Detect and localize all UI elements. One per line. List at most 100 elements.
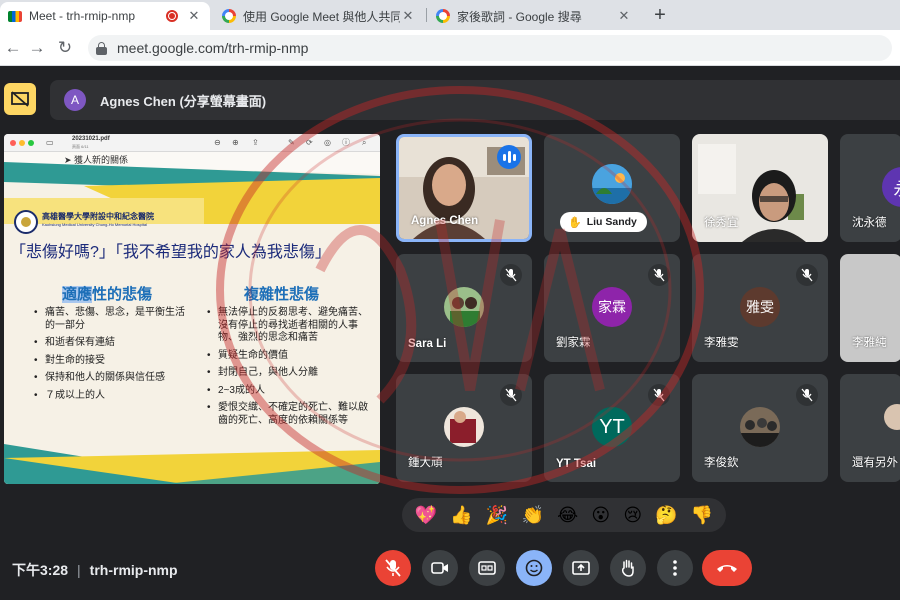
back-arrow-icon[interactable]: ← bbox=[2, 37, 24, 59]
participant-avatar-initial: 家霖 bbox=[592, 287, 632, 327]
participant-name: 李俊欽 bbox=[704, 457, 739, 469]
participant-tile-agnes-chen[interactable]: Agnes Chen bbox=[396, 134, 532, 242]
participant-tile-shen-yongde[interactable]: 永 沈永德 bbox=[840, 134, 900, 242]
hospital-name: 高雄醫學大學附設中和紀念醫院 bbox=[42, 212, 154, 221]
presenter-avatar: A bbox=[64, 89, 86, 111]
present-screen-icon bbox=[572, 561, 590, 575]
share-icon: ⇪ bbox=[252, 138, 259, 147]
reactions-bar: 💖 👍 🎉 👏 😂 😮 😢 🤔 👎 bbox=[402, 498, 726, 532]
end-call-icon bbox=[717, 565, 737, 572]
emoji-icon bbox=[525, 559, 543, 577]
forward-arrow-icon[interactable]: → bbox=[26, 37, 48, 59]
participant-tile-liu-sandy[interactable]: ✋ Liu Sandy bbox=[544, 134, 680, 242]
mic-off-icon bbox=[796, 384, 818, 406]
adaptive-grief-heading: 適應性的悲傷 bbox=[62, 283, 152, 304]
hand-raised-badge: ✋ Liu Sandy bbox=[560, 212, 647, 232]
participant-avatar-photo bbox=[444, 287, 484, 327]
adaptive-grief-list: 痛苦、悲傷、思念，是平衡生活的一部分 和逝者保有連結 對生命的接受 保持和他人的… bbox=[34, 307, 194, 407]
list-item: 2~3成的人 bbox=[207, 385, 372, 398]
participant-tile-liu-jialin[interactable]: 家霖 劉家霖 bbox=[544, 254, 680, 362]
camera-toggle-button[interactable] bbox=[422, 550, 458, 586]
participant-tile-sara-li[interactable]: Sara Li bbox=[396, 254, 532, 362]
reactions-button[interactable] bbox=[516, 550, 552, 586]
more-options-button[interactable] bbox=[657, 550, 693, 586]
tab-divider bbox=[426, 8, 427, 22]
participant-tile-yt-tsai[interactable]: YT YT Tsai bbox=[544, 374, 680, 482]
google-icon bbox=[436, 9, 450, 23]
slide-bottom-decoration bbox=[4, 444, 380, 484]
shared-screen[interactable]: ▭ 20231021.pdf 頁面 6/11 ⊖ ⊕ ⇪ ✎ ⟳ ◎ ⓘ ⌕ ➤… bbox=[4, 134, 380, 484]
rotate-icon: ⟳ bbox=[306, 138, 313, 147]
reaction-thumbs-down-icon[interactable]: 👎 bbox=[691, 505, 713, 525]
list-item: 保持和他人的關係與信任感 bbox=[34, 372, 194, 385]
slide-previous-line: ➤ 獲人新的關係 bbox=[64, 155, 129, 165]
mic-off-icon bbox=[500, 384, 522, 406]
speaking-indicator-icon bbox=[497, 145, 521, 169]
reaction-thumbs-up-icon[interactable]: 👍 bbox=[450, 505, 472, 525]
mic-toggle-button[interactable] bbox=[375, 550, 411, 586]
pdf-slide: ➤ 獲人新的關係 高雄醫學大學附設中和紀念醫院 Kaohsiung Medica… bbox=[4, 152, 380, 484]
participant-name: 李雅純 bbox=[852, 337, 887, 349]
captions-button[interactable] bbox=[469, 550, 505, 586]
participant-name: Agnes Chen bbox=[411, 215, 479, 227]
close-tab-icon[interactable]: ✕ bbox=[400, 8, 416, 24]
participant-avatar-photo bbox=[740, 407, 780, 447]
reaction-surprised-icon[interactable]: 😮 bbox=[591, 505, 610, 525]
participant-name: YT Tsai bbox=[556, 458, 597, 470]
mic-off-icon bbox=[648, 384, 670, 406]
participant-tile-xu-xiuyi[interactable]: 徐秀宜 bbox=[692, 134, 828, 242]
reaction-clap-icon[interactable]: 👏 bbox=[521, 505, 543, 525]
reaction-thinking-icon[interactable]: 🤔 bbox=[655, 505, 677, 525]
participant-avatar-photo bbox=[444, 407, 484, 447]
tab-google-search[interactable]: 家後歌詞 - Google 搜尋 ✕ bbox=[428, 2, 640, 30]
participant-name: 還有另外 bbox=[852, 457, 898, 469]
tab-google-help[interactable]: 使用 Google Meet 與他人共同 ✕ bbox=[214, 2, 424, 30]
raise-hand-icon bbox=[621, 559, 634, 577]
participant-tile-overflow[interactable]: 還有另外 bbox=[840, 374, 900, 482]
participant-tile-zhong-dawan[interactable]: 鍾大頑 bbox=[396, 374, 532, 482]
browser-toolbar: ← → ↻ meet.google.com/trh-rmip-nmp bbox=[0, 30, 900, 66]
presenter-banner[interactable]: A Agnes Chen (分享螢幕畫面) bbox=[50, 80, 900, 120]
pdf-viewer-toolbar: ▭ 20231021.pdf 頁面 6/11 ⊖ ⊕ ⇪ ✎ ⟳ ◎ ⓘ ⌕ bbox=[4, 134, 380, 152]
participant-avatar-photo bbox=[884, 404, 900, 430]
pdf-filename: 20231021.pdf bbox=[72, 136, 110, 142]
complicated-grief-list: 無法停止的反芻思考、避免痛苦、沒有停止的尋找逝者相關的人事物、強烈的思念和痛苦 … bbox=[207, 307, 372, 432]
mic-off-icon bbox=[385, 559, 401, 577]
meeting-time-and-code: 下午3:28 | trh-rmip-nmp bbox=[12, 560, 178, 580]
present-now-button[interactable] bbox=[563, 550, 599, 586]
hospital-english-name: Kaohsiung Medical University Chung-Ho Me… bbox=[42, 222, 147, 227]
mic-off-icon bbox=[796, 264, 818, 286]
reaction-heart-icon[interactable]: 💖 bbox=[415, 505, 437, 525]
reaction-sad-icon[interactable]: 😢 bbox=[623, 505, 642, 525]
participant-tile-li-yawen[interactable]: 雅雯 李雅雯 bbox=[692, 254, 828, 362]
heading-rest: 性的悲傷 bbox=[92, 286, 153, 303]
google-icon bbox=[222, 9, 236, 23]
tab-meet[interactable]: Meet - trh-rmip-nmp ✕ bbox=[0, 2, 210, 30]
leave-call-button[interactable] bbox=[702, 550, 752, 586]
reaction-party-icon[interactable]: 🎉 bbox=[486, 505, 508, 525]
list-item: 愛恨交織、不確定的死亡、難以啟齒的死亡、高度的依賴關係等 bbox=[207, 402, 372, 427]
pdf-page-indicator: 頁面 6/11 bbox=[72, 144, 89, 149]
zoom-in-icon: ⊕ bbox=[232, 138, 239, 147]
close-tab-icon[interactable]: ✕ bbox=[616, 8, 632, 24]
reaction-laugh-icon[interactable]: 😂 bbox=[557, 505, 578, 525]
new-tab-button[interactable]: + bbox=[648, 4, 672, 26]
participant-avatar-initial: 雅雯 bbox=[740, 287, 780, 327]
close-tab-icon[interactable]: ✕ bbox=[186, 8, 202, 24]
participant-tile-li-yachun[interactable]: 李雅純 bbox=[840, 254, 900, 362]
window-zoom-dot bbox=[28, 140, 34, 146]
window-close-dot bbox=[10, 140, 16, 146]
stop-presenting-button[interactable] bbox=[4, 83, 36, 115]
lock-icon[interactable] bbox=[96, 41, 107, 55]
participant-tile-li-junqin[interactable]: 李俊欽 bbox=[692, 374, 828, 482]
reload-icon[interactable]: ↻ bbox=[54, 37, 76, 59]
slide-title: 「悲傷好嗎?」「我不希望我的家人為我悲傷」 bbox=[10, 244, 331, 261]
raise-hand-button[interactable] bbox=[610, 550, 646, 586]
pen-icon: ✎ bbox=[288, 138, 295, 147]
list-item: 質疑生命的價值 bbox=[207, 350, 372, 363]
meet-top-bar: A Agnes Chen (分享螢幕畫面) bbox=[0, 66, 900, 130]
complicated-grief-heading: 複雜性悲傷 bbox=[244, 286, 320, 303]
list-item: 無法停止的反芻思考、避免痛苦、沒有停止的尋找逝者相關的人事物、強烈的思念和痛苦 bbox=[207, 307, 372, 345]
participant-name: 沈永德 bbox=[852, 217, 887, 229]
address-bar[interactable]: meet.google.com/trh-rmip-nmp bbox=[88, 35, 892, 61]
